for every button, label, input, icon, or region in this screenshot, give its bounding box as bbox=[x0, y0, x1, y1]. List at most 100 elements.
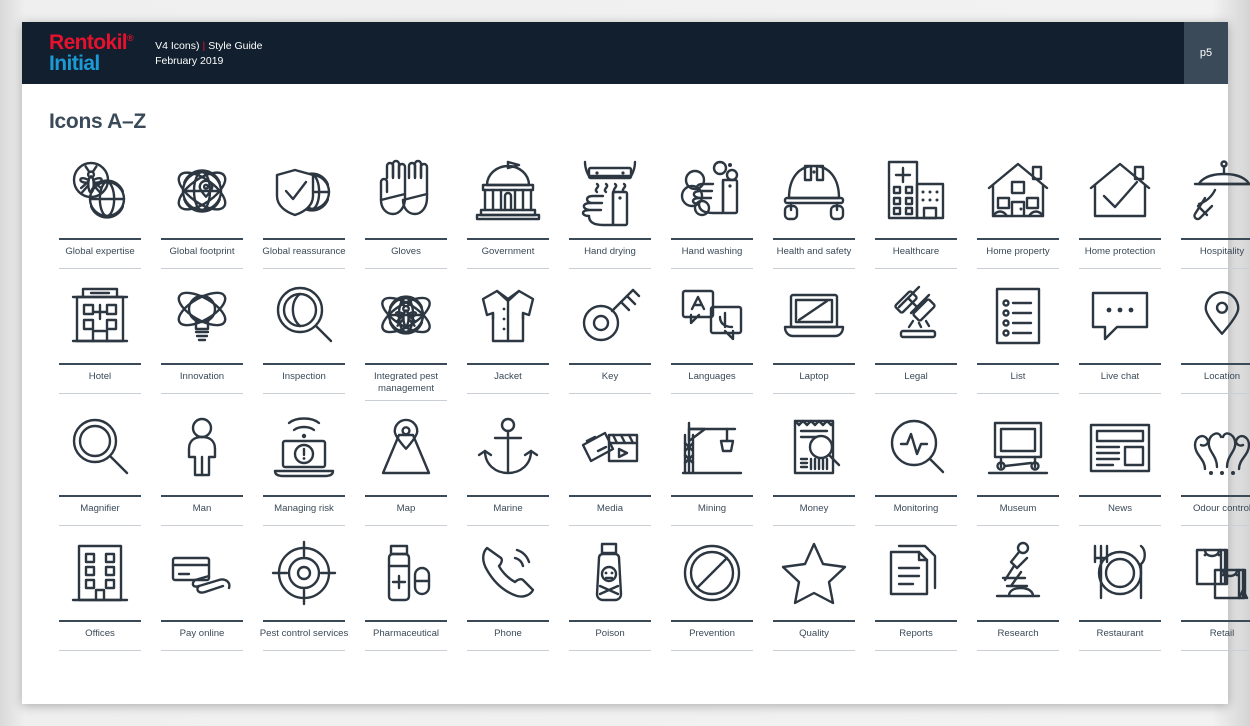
label-rule-bottom bbox=[671, 525, 753, 526]
label-rule-bottom bbox=[161, 650, 243, 651]
icon-cell[interactable]: Prevention bbox=[661, 532, 763, 651]
label-rule-bottom bbox=[671, 393, 753, 394]
icon-cell[interactable]: Health and safety bbox=[763, 150, 865, 269]
icon-cell[interactable]: Pest control services bbox=[253, 532, 355, 651]
icon-label: News bbox=[1108, 503, 1132, 514]
icon-cell[interactable]: Quality bbox=[763, 532, 865, 651]
icon-cell[interactable]: Map bbox=[355, 407, 457, 526]
icon-label: Research bbox=[997, 628, 1039, 639]
label-rule-bottom bbox=[1079, 393, 1161, 394]
home-protection-icon bbox=[1074, 150, 1166, 232]
doc-date: February 2019 bbox=[155, 55, 224, 67]
label-rule-bottom bbox=[977, 525, 1059, 526]
icon-cell[interactable]: Gloves bbox=[355, 150, 457, 269]
icon-cell[interactable]: Marine bbox=[457, 407, 559, 526]
logo-line-1: Rentokil bbox=[49, 31, 128, 54]
icon-cell[interactable]: Poison bbox=[559, 532, 661, 651]
label-rule-bottom bbox=[773, 525, 855, 526]
icon-cell[interactable]: Research bbox=[967, 532, 1069, 651]
icon-cell[interactable]: News bbox=[1069, 407, 1171, 526]
icon-label: Map bbox=[396, 503, 416, 514]
label-rule-bottom bbox=[773, 393, 855, 394]
jacket-icon bbox=[462, 275, 554, 357]
icon-cell[interactable]: Pharmaceutical bbox=[355, 532, 457, 651]
location-icon bbox=[1176, 275, 1250, 357]
icon-label: Money bbox=[799, 503, 829, 514]
icon-label: Innovation bbox=[179, 371, 225, 382]
icon-cell[interactable]: Pay online bbox=[151, 532, 253, 651]
icon-label: Live chat bbox=[1100, 371, 1140, 382]
icon-cell[interactable]: Languages bbox=[661, 275, 763, 401]
label-rule-bottom bbox=[263, 525, 345, 526]
health-and-safety-icon bbox=[768, 150, 860, 232]
icon-label: Home property bbox=[986, 246, 1050, 257]
icon-cell[interactable]: Hotel bbox=[49, 275, 151, 401]
icon-label: Pharmaceutical bbox=[372, 628, 440, 639]
label-rule-bottom bbox=[671, 650, 753, 651]
global-reassurance-icon bbox=[258, 150, 350, 232]
icon-label: Global expertise bbox=[65, 246, 135, 257]
icon-cell[interactable]: Live chat bbox=[1069, 275, 1171, 401]
label-rule-bottom bbox=[365, 400, 447, 401]
page-content: Icons A–Z Global expertise Global footpri… bbox=[22, 84, 1250, 651]
page-title: Icons A–Z bbox=[49, 110, 146, 133]
icon-cell[interactable]: Offices bbox=[49, 532, 151, 651]
government-icon bbox=[462, 150, 554, 232]
pharmaceutical-icon bbox=[360, 532, 452, 614]
icon-cell[interactable]: Hand drying bbox=[559, 150, 661, 269]
icon-cell[interactable]: Mining bbox=[661, 407, 763, 526]
icon-cell[interactable]: Global reassurance bbox=[253, 150, 355, 269]
icon-cell[interactable]: Phone bbox=[457, 532, 559, 651]
icon-cell[interactable]: Innovation bbox=[151, 275, 253, 401]
icon-cell[interactable]: Retail bbox=[1171, 532, 1250, 651]
money-icon bbox=[768, 407, 860, 489]
icon-cell[interactable]: Key bbox=[559, 275, 661, 401]
icon-cell[interactable]: Odour control bbox=[1171, 407, 1250, 526]
icon-cell[interactable]: Healthcare bbox=[865, 150, 967, 269]
icon-cell[interactable]: Home protection bbox=[1069, 150, 1171, 269]
label-rule-bottom bbox=[1181, 268, 1250, 269]
doc-type: Style Guide bbox=[208, 40, 263, 52]
icon-cell[interactable]: List bbox=[967, 275, 1069, 401]
icon-cell[interactable]: Home property bbox=[967, 150, 1069, 269]
hospitality-icon bbox=[1176, 150, 1250, 232]
label-rule-bottom bbox=[59, 525, 141, 526]
icon-cell[interactable]: Managing risk bbox=[253, 407, 355, 526]
icon-cell[interactable]: Inspection bbox=[253, 275, 355, 401]
icon-cell[interactable]: Restaurant bbox=[1069, 532, 1171, 651]
icon-cell[interactable]: Laptop bbox=[763, 275, 865, 401]
label-rule-bottom bbox=[59, 268, 141, 269]
icon-cell[interactable]: Magnifier bbox=[49, 407, 151, 526]
research-icon bbox=[972, 532, 1064, 614]
icon-label: Global reassurance bbox=[262, 246, 346, 257]
icon-cell[interactable]: Media bbox=[559, 407, 661, 526]
inspection-icon bbox=[258, 275, 350, 357]
rentokil-initial-logo: Rentokil® Initial bbox=[49, 31, 134, 74]
label-rule-bottom bbox=[875, 393, 957, 394]
icon-cell[interactable]: Man bbox=[151, 407, 253, 526]
pay-online-icon bbox=[156, 532, 248, 614]
icon-cell[interactable]: Monitoring bbox=[865, 407, 967, 526]
innovation-icon bbox=[156, 275, 248, 357]
icon-label: Prevention bbox=[689, 628, 735, 639]
marine-icon bbox=[462, 407, 554, 489]
reports-icon bbox=[870, 532, 962, 614]
icon-cell[interactable]: Jacket bbox=[457, 275, 559, 401]
icon-cell[interactable]: Museum bbox=[967, 407, 1069, 526]
icon-label: Government bbox=[481, 246, 535, 257]
icon-label: Pest control services bbox=[259, 628, 349, 639]
icon-cell[interactable]: Global expertise bbox=[49, 150, 151, 269]
icon-cell[interactable]: Reports bbox=[865, 532, 967, 651]
icon-cell[interactable]: Money bbox=[763, 407, 865, 526]
icon-label: Mining bbox=[697, 503, 727, 514]
icon-label: Legal bbox=[904, 371, 928, 382]
icon-cell[interactable]: Hospitality bbox=[1171, 150, 1250, 269]
icon-cell[interactable]: Integrated pest management bbox=[355, 275, 457, 401]
icon-cell[interactable]: Government bbox=[457, 150, 559, 269]
icon-cell[interactable]: Location bbox=[1171, 275, 1250, 401]
icon-cell[interactable]: Hand washing bbox=[661, 150, 763, 269]
monitoring-icon bbox=[870, 407, 962, 489]
icon-cell[interactable]: Global footprint bbox=[151, 150, 253, 269]
news-icon bbox=[1074, 407, 1166, 489]
icon-cell[interactable]: Legal bbox=[865, 275, 967, 401]
